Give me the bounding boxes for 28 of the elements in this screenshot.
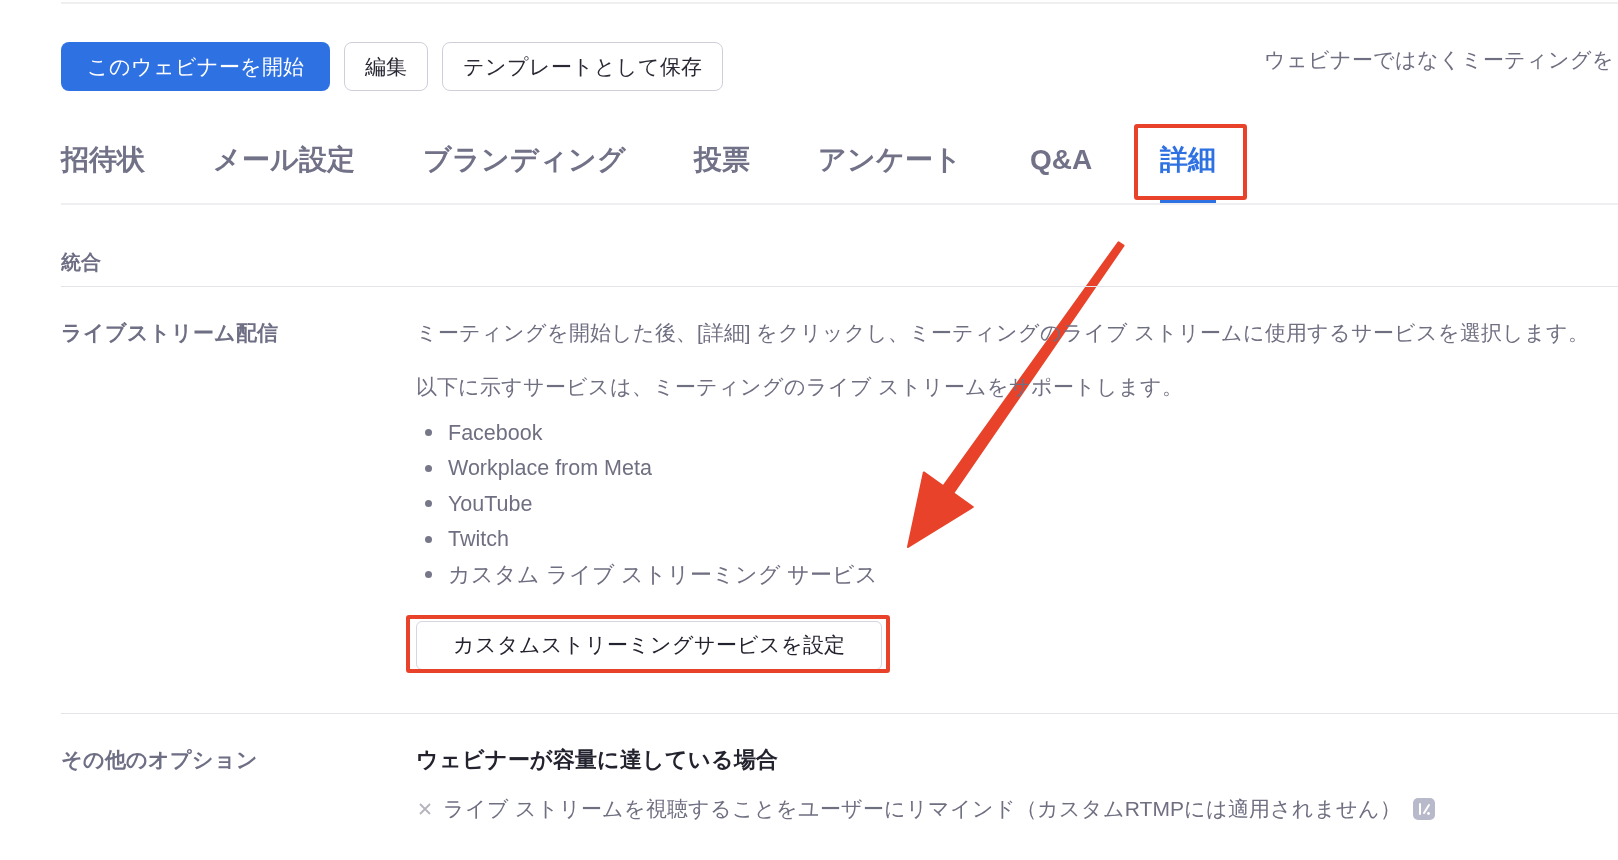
tab[interactable]: 投票 [694, 140, 750, 203]
service-name: YouTube [448, 490, 533, 518]
bullet-icon [425, 500, 432, 508]
tab[interactable]: アンケート [818, 140, 962, 203]
edit-button[interactable]: 編集 [344, 42, 428, 91]
configure-service-button[interactable]: カスタムストリーミングサービスを設定 [416, 620, 882, 670]
tab[interactable]: ブランディング [423, 140, 626, 203]
tab[interactable]: 招待状 [61, 140, 145, 203]
section-heading: 統合 [61, 248, 1618, 287]
save-template-button[interactable]: テンプレートとして保存 [442, 42, 723, 91]
service-name: Twitch [448, 526, 509, 554]
bullet-icon [425, 429, 432, 437]
option-heading: ウェビナーが容量に達している場合 [416, 746, 779, 774]
option-label: ライブ ストリームを視聴することをユーザーにリマインド（カスタムRTMPには適用されません） [443, 795, 1401, 822]
start-webinar-button[interactable]: このウェビナーを開始 [61, 42, 330, 91]
toolbar-note: ウェビナーではなくミーティングを [1264, 47, 1614, 73]
tab[interactable]: メール設定 [213, 140, 355, 203]
tab[interactable]: 詳細 [1160, 140, 1217, 203]
service-name: カスタム ライブ ストリーミング サービス [448, 561, 878, 589]
service-name: Workplace from Meta [448, 455, 652, 483]
bullet-icon [425, 464, 432, 472]
tab[interactable]: Q&A [1030, 140, 1093, 203]
bullet-icon [425, 535, 432, 543]
setting-label: その他のオプション [61, 746, 258, 773]
bullet-icon [425, 571, 432, 579]
badge-icon [1412, 797, 1435, 820]
setting-label: ライブストリーム配信 [61, 320, 278, 346]
service-name: Facebook [448, 419, 543, 447]
